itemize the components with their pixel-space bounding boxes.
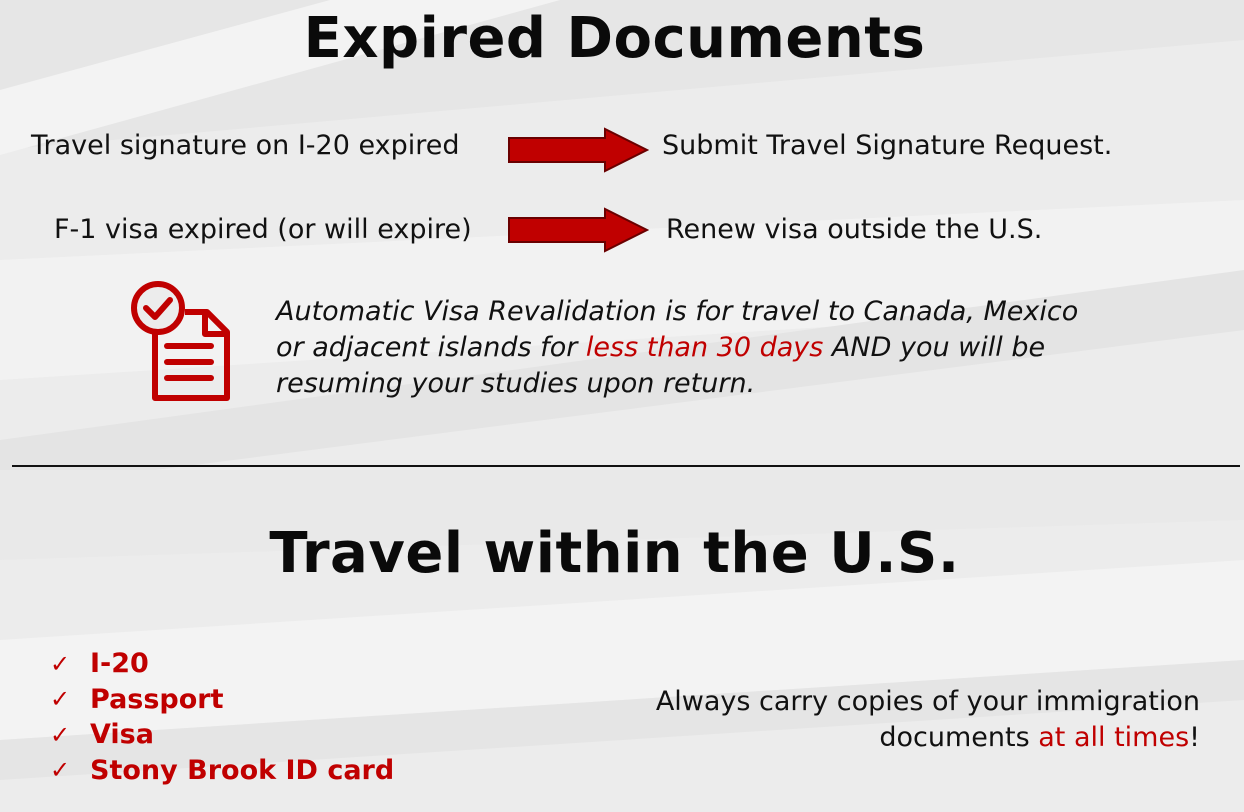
checklist-label: I-20 (90, 648, 149, 680)
checklist-item: ✓ Stony Brook ID card (50, 753, 394, 789)
check-mark-icon: ✓ (50, 649, 71, 678)
section-title-expired-documents: Expired Documents (303, 6, 926, 71)
action-renew-visa: Renew visa outside the U.S. (666, 214, 1043, 245)
reminder-highlight: at all times (1038, 722, 1190, 753)
checklist-item: ✓ I-20 (50, 646, 394, 682)
right-arrow-icon (508, 127, 649, 173)
check-mark-icon: ✓ (50, 756, 71, 785)
right-arrow-icon (508, 207, 649, 253)
carry-copies-reminder: Always carry copies of your immigration … (580, 684, 1200, 756)
section-title-travel-within-us: Travel within the U.S. (269, 521, 960, 586)
revalidation-highlight: less than 30 days (585, 332, 824, 363)
revalidation-note: Automatic Visa Revalidation is for trave… (276, 294, 1096, 402)
reminder-text-end: ! (1189, 722, 1200, 753)
condition-travel-signature: Travel signature on I-20 expired (31, 130, 460, 161)
required-documents-checklist: ✓ I-20 ✓ Passport ✓ Visa ✓ Stony Brook I… (50, 646, 394, 788)
checklist-label: Passport (90, 683, 224, 715)
action-submit-travel-signature: Submit Travel Signature Request. (662, 130, 1113, 161)
checklist-label: Stony Brook ID card (90, 754, 395, 786)
checklist-label: Visa (90, 719, 154, 751)
checklist-item: ✓ Visa (50, 717, 394, 753)
check-mark-icon: ✓ (50, 685, 71, 714)
condition-visa-expired: F-1 visa expired (or will expire) (54, 214, 472, 245)
document-check-icon (131, 281, 230, 401)
section-divider (12, 465, 1240, 467)
check-mark-icon: ✓ (50, 720, 71, 749)
checklist-item: ✓ Passport (50, 682, 394, 718)
